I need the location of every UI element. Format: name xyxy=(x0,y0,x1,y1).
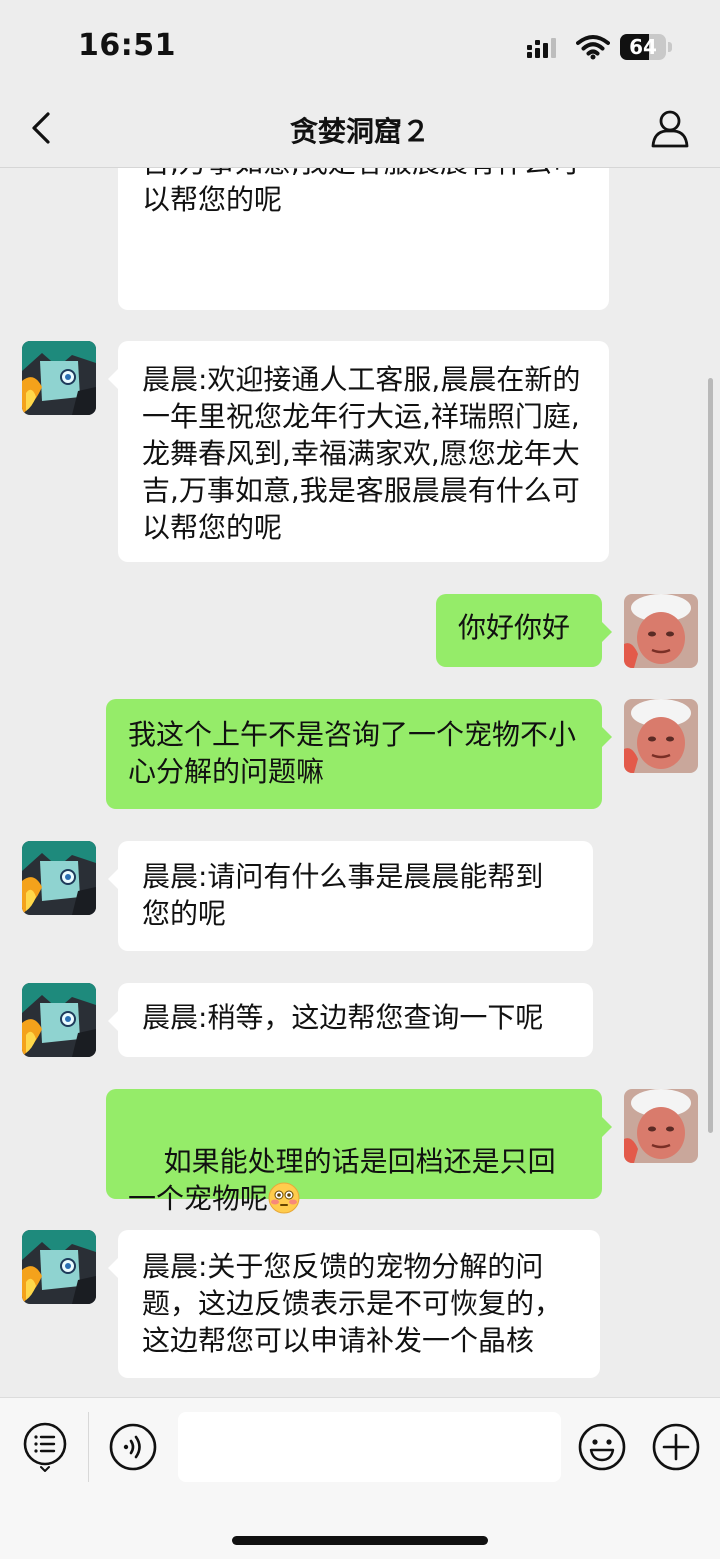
scrollbar[interactable] xyxy=(708,378,713,1133)
support-avatar-image xyxy=(22,983,96,1057)
flushed-face-emoji-icon xyxy=(268,1182,300,1214)
battery-level: 64 xyxy=(629,35,657,59)
user-avatar[interactable] xyxy=(624,1089,698,1163)
status-bar: 16:51 64 xyxy=(0,0,720,90)
message-bubble-incoming[interactable]: 晨晨:欢迎接通人工客服,晨晨在新的一年里祝您龙年行大运,祥瑞照门庭,龙舞春风到,… xyxy=(108,341,609,562)
home-indicator[interactable] xyxy=(232,1536,488,1545)
user-avatar[interactable] xyxy=(624,594,698,668)
message-bubble-outgoing[interactable]: 如果能处理的话是回档还是只回一个宠物呢 xyxy=(106,1089,612,1215)
message-text: 如果能处理的话是回档还是只回一个宠物呢 xyxy=(128,1145,556,1215)
voice-input-icon[interactable] xyxy=(108,1422,158,1472)
message-bubble-incoming[interactable]: 晨晨:欢迎接通人工客服,晨晨在新的一年里祝您龙年行大运,祥瑞照门庭,龙舞春风到,… xyxy=(118,168,609,310)
message-list[interactable]: 晨晨:欢迎接通人工客服,晨晨在新的一年里祝您龙年行大运,祥瑞照门庭,龙舞春风到,… xyxy=(0,168,720,1398)
divider xyxy=(88,1412,89,1482)
message-bubble-outgoing[interactable]: 我这个上午不是咨询了一个宠物不小心分解的问题嘛 xyxy=(106,699,612,809)
more-options-plus-icon[interactable] xyxy=(651,1422,701,1472)
user-avatar-image xyxy=(624,1089,698,1163)
user-avatar-image xyxy=(624,699,698,773)
emoji-picker-icon[interactable] xyxy=(577,1422,627,1472)
support-avatar[interactable] xyxy=(22,1230,96,1304)
message-bubble-incoming[interactable]: 晨晨:请问有什么事是晨晨能帮到您的呢 xyxy=(108,841,593,951)
support-avatar[interactable] xyxy=(22,983,96,1057)
message-bubble-incoming[interactable]: 晨晨:稍等，这边帮您查询一下呢 xyxy=(108,983,593,1057)
input-bar xyxy=(0,1397,720,1559)
message-bubble-outgoing[interactable]: 你好你好 xyxy=(436,594,612,667)
cellular-signal-icon xyxy=(527,38,556,58)
support-avatar[interactable] xyxy=(22,341,96,415)
support-avatar-image xyxy=(22,841,96,915)
back-chevron-icon[interactable] xyxy=(22,108,62,148)
battery-indicator: 64 xyxy=(620,34,672,60)
chat-title: 贪婪洞窟２ xyxy=(289,115,430,148)
user-avatar-image xyxy=(624,594,698,668)
wifi-icon xyxy=(576,35,610,60)
status-time: 16:51 xyxy=(78,28,176,63)
service-menu-icon[interactable] xyxy=(22,1422,68,1472)
support-avatar[interactable] xyxy=(22,841,96,915)
message-input[interactable] xyxy=(178,1412,561,1482)
message-bubble-incoming[interactable]: 晨晨:关于您反馈的宠物分解的问题，这边反馈表示是不可恢复的，这边帮您可以申请补发… xyxy=(108,1230,600,1378)
user-avatar[interactable] xyxy=(624,699,698,773)
support-avatar-image xyxy=(22,341,96,415)
support-avatar-image xyxy=(22,1230,96,1304)
nav-bar: 贪婪洞窟２ xyxy=(0,90,720,168)
contact-profile-icon[interactable] xyxy=(648,106,692,150)
